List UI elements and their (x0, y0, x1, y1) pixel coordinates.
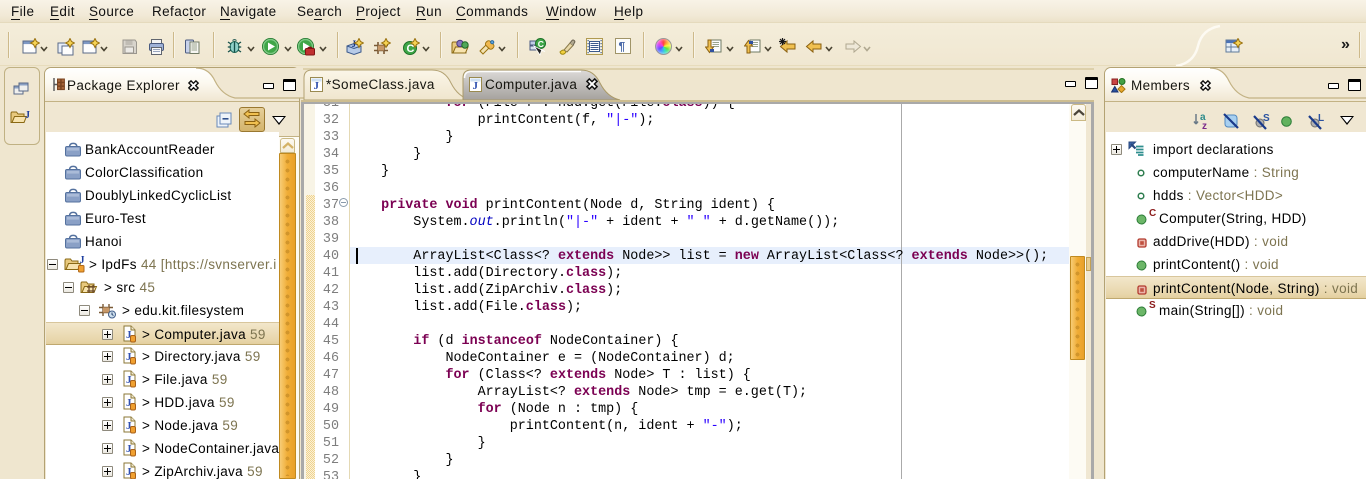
svg-text:C: C (538, 39, 544, 49)
svg-text:¶: ¶ (619, 40, 626, 54)
svg-text:J: J (80, 255, 85, 266)
svg-text:L: L (1318, 113, 1324, 124)
svg-text:J: J (473, 80, 479, 92)
svg-text:z: z (1202, 121, 1207, 130)
svg-text:S: S (1263, 113, 1270, 124)
svg-text:J: J (314, 80, 320, 92)
svg-text:J: J (25, 110, 30, 121)
